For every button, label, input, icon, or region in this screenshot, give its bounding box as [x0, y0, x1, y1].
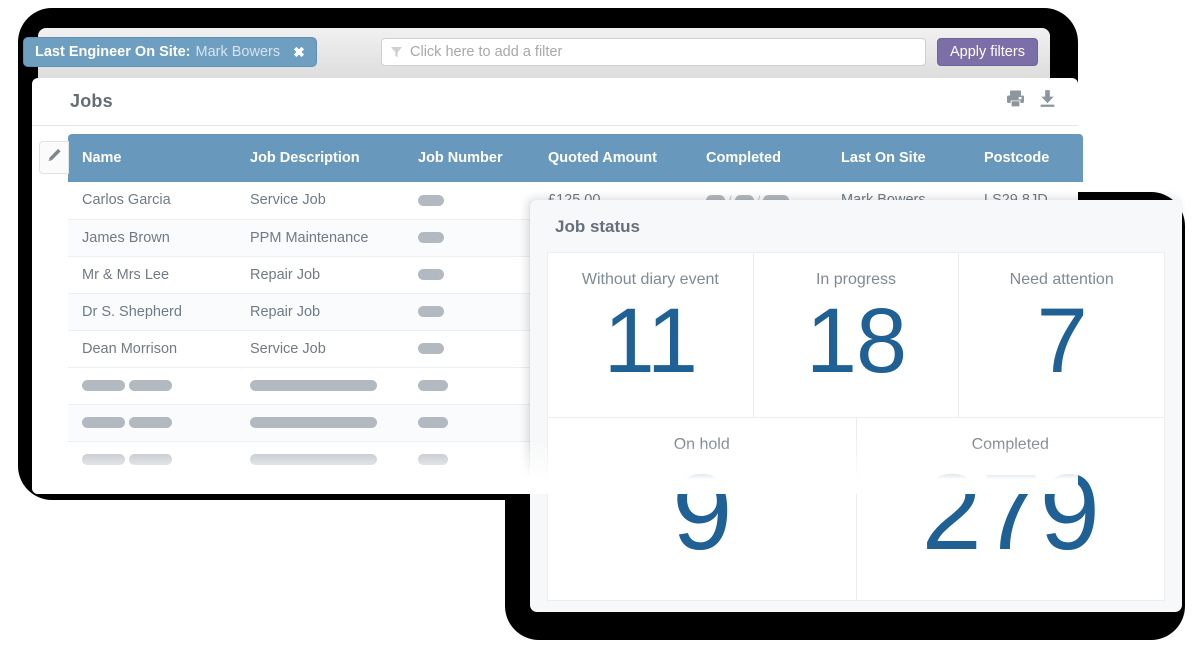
- filter-chip-key: Last Engineer On Site:: [35, 44, 191, 60]
- cell-name-skeleton: [68, 367, 236, 404]
- stat-on-hold[interactable]: On hold 9: [547, 417, 857, 601]
- cell-job-description: Repair Job: [236, 256, 404, 293]
- cell-name-skeleton: [68, 404, 236, 441]
- stat-value: 7: [1037, 295, 1087, 387]
- cell-name: James Brown: [68, 219, 236, 256]
- cell-name: Carlos Garcia: [68, 182, 236, 219]
- column-header-name[interactable]: Name: [68, 134, 236, 182]
- stat-label: Without diary event: [582, 270, 719, 289]
- cell-job-description-skeleton: [236, 404, 404, 441]
- stat-value: 279: [922, 458, 1099, 566]
- jobs-panel-actions: [1006, 89, 1057, 113]
- stat-completed[interactable]: Completed 279: [856, 417, 1166, 601]
- cell-job-description: Service Job: [236, 182, 404, 219]
- column-header-postcode[interactable]: Postcode: [970, 134, 1083, 182]
- cell-name: Dean Morrison: [68, 330, 236, 367]
- jobs-table-header: Name Job Description Job Number Quoted A…: [68, 134, 1083, 182]
- cell-job-number: [404, 293, 534, 330]
- column-header-completed[interactable]: Completed: [692, 134, 827, 182]
- filter-chip-last-engineer-on-site[interactable]: Last Engineer On Site: Mark Bowers ✖: [23, 37, 317, 67]
- cell-job-number-skeleton: [404, 404, 534, 441]
- column-header-quoted-amount[interactable]: Quoted Amount: [534, 134, 692, 182]
- stat-value: 18: [806, 295, 906, 387]
- redacted-pill: [418, 195, 444, 206]
- cell-job-number: [404, 219, 534, 256]
- job-status-title: Job status: [555, 217, 640, 237]
- download-icon[interactable]: [1038, 89, 1057, 113]
- cell-job-description: Service Job: [236, 330, 404, 367]
- cell-job-description-skeleton: [236, 367, 404, 404]
- job-status-bottom-row: On hold 9 Completed 279: [547, 418, 1165, 601]
- cell-job-number: [404, 256, 534, 293]
- close-icon[interactable]: ✖: [293, 45, 305, 59]
- redacted-pill: [418, 306, 444, 317]
- stat-without-diary-event[interactable]: Without diary event 11: [547, 252, 754, 418]
- redacted-pill: [418, 269, 444, 280]
- column-header-job-number[interactable]: Job Number: [404, 134, 534, 182]
- job-status-header: Job status: [530, 200, 1182, 253]
- apply-filters-button[interactable]: Apply filters: [937, 38, 1038, 66]
- cell-job-number: [404, 182, 534, 219]
- stat-need-attention[interactable]: Need attention 7: [958, 252, 1165, 418]
- add-filter-placeholder: Click here to add a filter: [410, 45, 562, 60]
- column-header-last-on-site[interactable]: Last On Site: [827, 134, 970, 182]
- filter-chip-value: Mark Bowers: [196, 44, 281, 60]
- job-status-top-row: Without diary event 11 In progress 18 Ne…: [547, 253, 1165, 418]
- stat-value: 9: [672, 458, 731, 566]
- redacted-pill: [418, 232, 444, 243]
- job-status-card: Job status Without diary event 11 In pro…: [530, 200, 1182, 612]
- stat-label: Need attention: [1010, 270, 1114, 289]
- stat-value: 11: [604, 295, 698, 387]
- jobs-panel-header: Jobs: [32, 78, 1078, 126]
- cell-job-description: Repair Job: [236, 293, 404, 330]
- cell-job-description-skeleton: [236, 441, 404, 478]
- cell-name: Dr S. Shepherd: [68, 293, 236, 330]
- pencil-icon: [47, 148, 62, 168]
- print-icon[interactable]: [1006, 89, 1025, 113]
- stat-in-progress[interactable]: In progress 18: [753, 252, 960, 418]
- filter-funnel-icon: [391, 47, 402, 58]
- cell-name-skeleton: [68, 441, 236, 478]
- add-filter-input[interactable]: Click here to add a filter: [381, 38, 926, 66]
- cell-job-description: PPM Maintenance: [236, 219, 404, 256]
- apply-filters-label: Apply filters: [950, 44, 1025, 60]
- cell-job-number-skeleton: [404, 441, 534, 478]
- cell-job-number-skeleton: [404, 367, 534, 404]
- cell-name: Mr & Mrs Lee: [68, 256, 236, 293]
- page-title: Jobs: [70, 91, 113, 112]
- edit-columns-button[interactable]: [39, 141, 69, 174]
- table-header-row: Name Job Description Job Number Quoted A…: [68, 134, 1083, 182]
- redacted-pill: [418, 343, 444, 354]
- stat-label: In progress: [816, 270, 896, 289]
- column-header-job-description[interactable]: Job Description: [236, 134, 404, 182]
- cell-job-number: [404, 330, 534, 367]
